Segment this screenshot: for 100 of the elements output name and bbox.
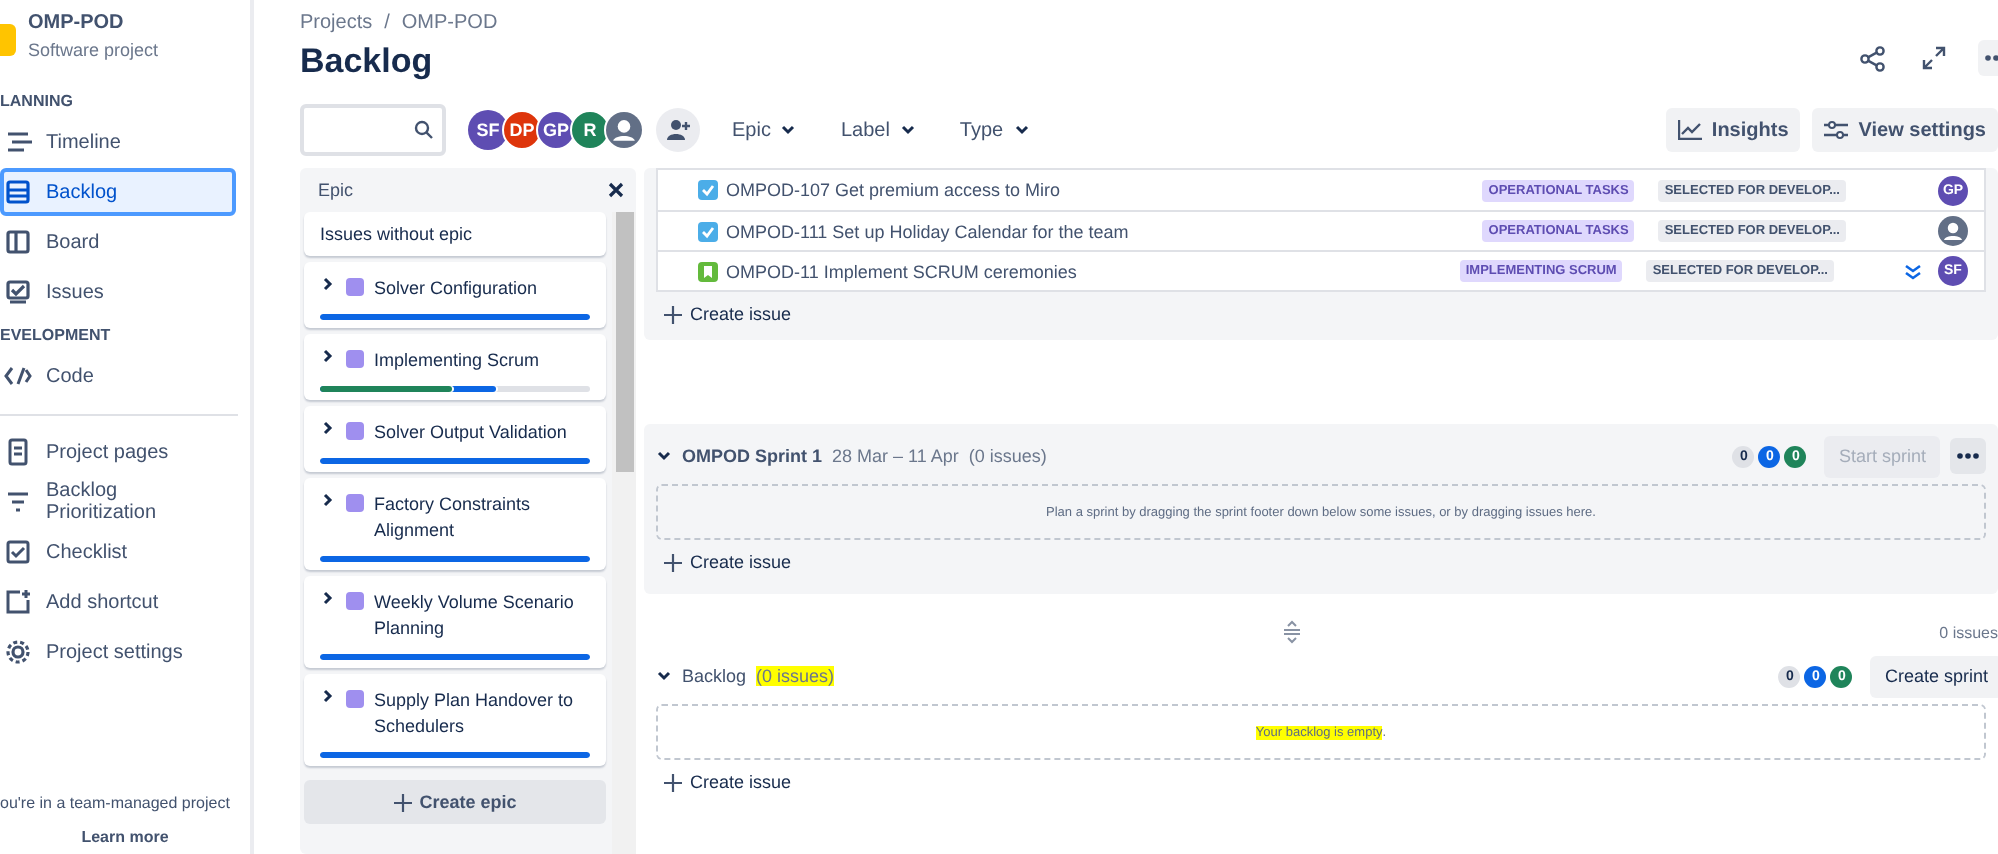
- epic-card[interactable]: Weekly Volume Scenario Planning: [304, 576, 606, 668]
- chevron-down-icon: [656, 448, 672, 464]
- epic-name: Solver Configuration: [374, 276, 538, 302]
- search-icon: [414, 120, 434, 140]
- epic-swatch: [346, 494, 364, 512]
- create-issue-button[interactable]: Create issue: [656, 760, 800, 804]
- scrollbar[interactable]: [612, 212, 636, 854]
- plus-icon: [664, 305, 682, 323]
- create-sprint-button[interactable]: Create sprint: [1870, 655, 1998, 697]
- epic-card[interactable]: Factory Constraints Alignment: [304, 478, 606, 570]
- chart-icon: [1677, 120, 1702, 140]
- chevron-down-icon: [656, 668, 672, 684]
- epic-card[interactable]: Solver Configuration: [304, 262, 606, 328]
- epic-name: Solver Output Validation: [374, 420, 567, 446]
- epic-card[interactable]: Supply Plan Handover to Schedulers: [304, 674, 606, 766]
- more-icon[interactable]: [1950, 438, 1986, 474]
- nav-item[interactable]: Timeline: [0, 118, 236, 166]
- nav-item[interactable]: Board: [0, 218, 236, 266]
- section-heading: LANNING: [0, 92, 75, 110]
- page-title: Backlog: [300, 42, 433, 82]
- epic-name: Factory Constraints Alignment: [374, 492, 533, 544]
- filter-dropdown[interactable]: Label: [828, 111, 928, 149]
- footer-text: ou're in a team-managed project: [0, 794, 230, 812]
- sprint-name: OMPOD Sprint 1: [682, 446, 823, 466]
- nav-item[interactable]: Project settings: [0, 628, 236, 676]
- filter-dropdown[interactable]: Epic: [720, 111, 809, 149]
- checkbox-icon: [698, 180, 718, 200]
- sprint-dates: 28 Mar – 11 Apr: [832, 446, 959, 466]
- chevron-down-icon: [780, 122, 797, 138]
- create-issue-button[interactable]: Create issue: [656, 292, 800, 336]
- plus-icon: [393, 793, 412, 811]
- timeline-icon: [4, 128, 32, 156]
- chevron-down-icon: [1013, 122, 1030, 138]
- nav-item[interactable]: Backlog: [0, 168, 236, 216]
- search-field[interactable]: [300, 104, 446, 156]
- drag-handle-icon[interactable]: [1281, 620, 1302, 644]
- code-icon: [4, 362, 32, 390]
- person-icon: [606, 110, 642, 150]
- issue-total: 0 issues: [1939, 623, 1998, 641]
- close-icon[interactable]: [608, 182, 624, 198]
- pages-icon: [4, 438, 32, 466]
- project-logo: [0, 24, 16, 56]
- epic-name: Implementing Scrum: [374, 348, 540, 374]
- nav-item[interactable]: Issues: [0, 268, 236, 316]
- chevron-right-icon: [320, 276, 336, 292]
- nav-item[interactable]: Project pages: [0, 428, 236, 476]
- view-settings-button[interactable]: View settings: [1812, 108, 1998, 152]
- nav-item[interactable]: Backlog Prioritization: [0, 478, 236, 526]
- expand-icon[interactable]: [1918, 42, 1950, 74]
- project-type: Software project: [28, 40, 159, 60]
- epic-swatch: [346, 690, 364, 708]
- epic-filter-item[interactable]: Issues without epic: [304, 212, 606, 256]
- board-icon: [4, 228, 32, 256]
- filter-dropdown[interactable]: Type: [947, 111, 1042, 149]
- nav-item[interactable]: Checklist: [0, 528, 236, 576]
- epic-name: Weekly Volume Scenario Planning: [374, 590, 576, 642]
- learn-more-link[interactable]: Learn more: [81, 828, 169, 846]
- shortcut-icon: [4, 588, 32, 616]
- check-icon: [4, 538, 32, 566]
- plus-icon: [664, 773, 682, 791]
- avatar[interactable]: SF: [468, 110, 508, 150]
- avatar[interactable]: DP: [502, 110, 542, 150]
- avatar[interactable]: GP: [536, 110, 576, 150]
- settings-icon: [4, 638, 32, 666]
- plus-icon: [664, 553, 682, 571]
- chevron-right-icon: [320, 688, 336, 704]
- add-person-icon[interactable]: [656, 108, 700, 152]
- chevron-right-icon: [320, 492, 336, 508]
- breadcrumb-separator: /: [384, 12, 390, 34]
- project-name: OMP-POD: [28, 12, 126, 34]
- chevron-down-icon: [899, 122, 916, 138]
- breadcrumb-link[interactable]: OMP-POD: [401, 12, 498, 34]
- sliders-icon: [1824, 120, 1849, 140]
- epic-swatch: [346, 278, 364, 296]
- chevron-right-icon: [320, 420, 336, 436]
- issues-icon: [4, 278, 32, 306]
- issue-summary: OMPOD-111 Set up Holiday Calendar for the team: [726, 221, 1131, 241]
- issue-count: (0 issues): [756, 666, 835, 686]
- checkbox-icon: [698, 221, 718, 241]
- breadcrumb-link[interactable]: Projects: [300, 12, 373, 34]
- share-icon[interactable]: [1856, 41, 1890, 75]
- epic-card[interactable]: Implementing Scrum: [304, 334, 606, 400]
- backlog-name: Backlog: [682, 666, 747, 686]
- avatar[interactable]: R: [570, 110, 610, 150]
- issue-summary: OMPOD-107 Get premium access to Miro: [726, 180, 1063, 200]
- nav-item[interactable]: Code: [0, 352, 236, 400]
- avatar[interactable]: [604, 110, 644, 150]
- create-issue-button[interactable]: Create issue: [656, 540, 800, 584]
- epic-swatch: [346, 350, 364, 368]
- insights-button[interactable]: Insights: [1665, 108, 1801, 152]
- epic-card[interactable]: Solver Output Validation: [304, 406, 606, 472]
- bookmark-icon: [698, 261, 718, 281]
- epic-panel-title: Epic: [318, 180, 354, 200]
- nav-item[interactable]: Add shortcut: [0, 578, 236, 626]
- backlog-icon: [4, 178, 32, 206]
- create-epic-button[interactable]: Create epic: [304, 780, 606, 824]
- chevron-right-icon: [320, 348, 336, 364]
- filter-icon: [4, 488, 32, 516]
- epic-name: Supply Plan Handover to Schedulers: [374, 688, 576, 740]
- issue-summary: OMPOD-11 Implement SCRUM ceremonies: [726, 261, 1079, 281]
